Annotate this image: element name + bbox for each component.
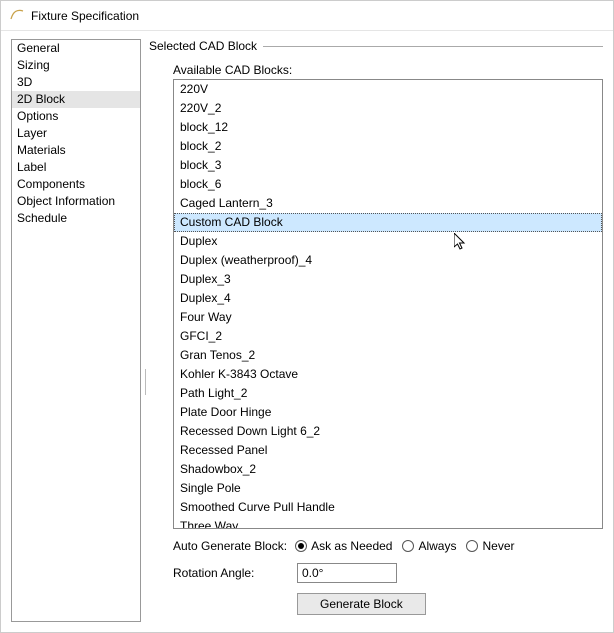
radio-label: Ask as Needed <box>311 539 392 553</box>
radio-icon <box>402 540 414 552</box>
list-item[interactable]: Duplex (weatherproof)_4 <box>174 251 602 270</box>
splitter-handle[interactable] <box>143 369 147 395</box>
auto-generate-row: Auto Generate Block: Ask as Needed Always… <box>173 539 603 553</box>
radio-option[interactable]: Never <box>466 539 514 553</box>
sidebar-item[interactable]: Options <box>12 108 140 125</box>
available-blocks-label: Available CAD Blocks: <box>173 63 603 77</box>
window-title: Fixture Specification <box>31 9 139 23</box>
list-item[interactable]: Smoothed Curve Pull Handle <box>174 498 602 517</box>
list-item[interactable]: Shadowbox_2 <box>174 460 602 479</box>
list-item[interactable]: Duplex_4 <box>174 289 602 308</box>
radio-label: Always <box>418 539 456 553</box>
auto-generate-label: Auto Generate Block: <box>173 539 287 553</box>
list-item[interactable]: block_12 <box>174 118 602 137</box>
list-item[interactable]: Duplex <box>174 232 602 251</box>
category-sidebar[interactable]: GeneralSizing3D2D BlockOptionsLayerMater… <box>11 39 141 622</box>
list-item[interactable]: block_2 <box>174 137 602 156</box>
list-item[interactable]: block_6 <box>174 175 602 194</box>
sidebar-item[interactable]: Schedule <box>12 210 140 227</box>
list-item[interactable]: Duplex_3 <box>174 270 602 289</box>
list-item[interactable]: Single Pole <box>174 479 602 498</box>
list-item[interactable]: 220V_2 <box>174 99 602 118</box>
main-panel: Selected CAD Block Available CAD Blocks:… <box>149 39 603 622</box>
list-item[interactable]: Caged Lantern_3 <box>174 194 602 213</box>
generate-block-button[interactable]: Generate Block <box>297 593 426 615</box>
group-header: Selected CAD Block <box>149 39 603 53</box>
list-item[interactable]: Kohler K-3843 Octave <box>174 365 602 384</box>
cad-block-list[interactable]: 220V220V_2block_12block_2block_3block_6C… <box>173 79 603 529</box>
radio-label: Never <box>482 539 514 553</box>
list-item[interactable]: GFCI_2 <box>174 327 602 346</box>
rotation-input[interactable] <box>297 563 397 583</box>
radio-option[interactable]: Ask as Needed <box>295 539 392 553</box>
list-item[interactable]: Path Light_2 <box>174 384 602 403</box>
sidebar-item[interactable]: Components <box>12 176 140 193</box>
auto-generate-radio-group: Ask as Needed Always Never <box>295 539 514 553</box>
list-item[interactable]: Recessed Panel <box>174 441 602 460</box>
app-icon <box>9 6 25 25</box>
sidebar-item[interactable]: Sizing <box>12 57 140 74</box>
list-item[interactable]: block_3 <box>174 156 602 175</box>
sidebar-item[interactable]: Label <box>12 159 140 176</box>
rotation-label: Rotation Angle: <box>173 566 289 580</box>
list-item[interactable]: Custom CAD Block <box>174 213 602 232</box>
list-item[interactable]: Gran Tenos_2 <box>174 346 602 365</box>
sidebar-item[interactable]: 3D <box>12 74 140 91</box>
sidebar-item[interactable]: Materials <box>12 142 140 159</box>
radio-icon <box>295 540 307 552</box>
radio-option[interactable]: Always <box>402 539 456 553</box>
sidebar-item[interactable]: 2D Block <box>12 91 140 108</box>
sidebar-item[interactable]: General <box>12 40 140 57</box>
list-item[interactable]: Four Way <box>174 308 602 327</box>
list-item[interactable]: Three Way <box>174 517 602 529</box>
list-item[interactable]: Plate Door Hinge <box>174 403 602 422</box>
sidebar-item[interactable]: Object Information <box>12 193 140 210</box>
group-label: Selected CAD Block <box>149 39 263 53</box>
list-item[interactable]: Recessed Down Light 6_2 <box>174 422 602 441</box>
radio-icon <box>466 540 478 552</box>
list-item[interactable]: 220V <box>174 80 602 99</box>
rotation-row: Rotation Angle: <box>173 563 603 583</box>
sidebar-item[interactable]: Layer <box>12 125 140 142</box>
group-divider <box>263 46 603 47</box>
